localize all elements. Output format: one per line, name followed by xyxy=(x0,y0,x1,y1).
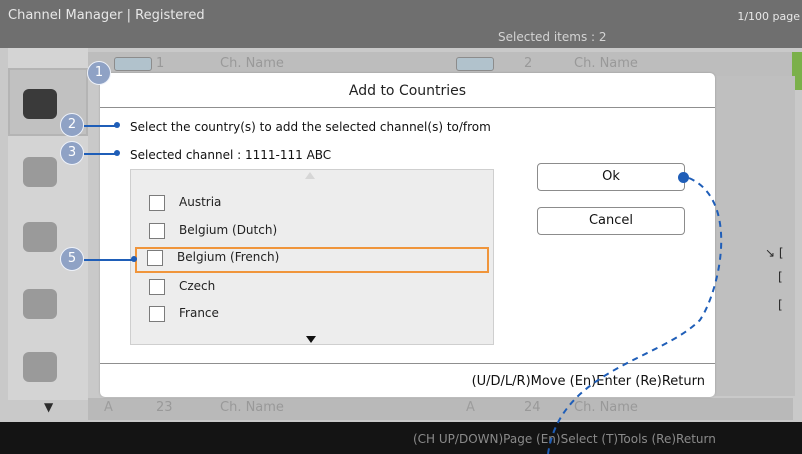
dashed-connector-line xyxy=(547,177,723,454)
callout-connector xyxy=(547,177,723,454)
tv-screen: Channel Manager | Registered 1/100 page … xyxy=(0,0,802,454)
